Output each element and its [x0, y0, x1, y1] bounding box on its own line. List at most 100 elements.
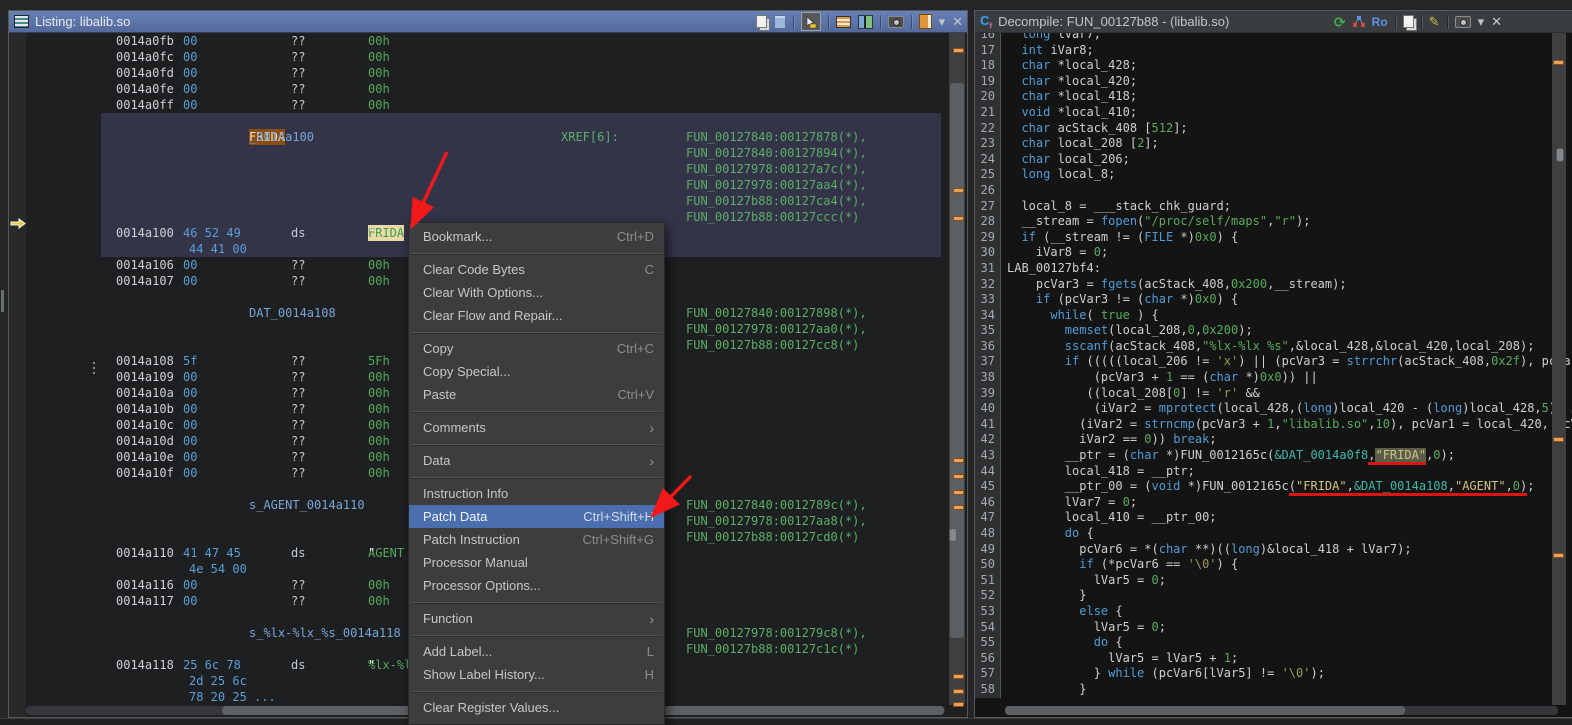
code-line[interactable]: 42 iVar2 == 0)) break;	[975, 432, 1572, 449]
code-line[interactable]: 17 int iVar8;	[975, 42, 1572, 59]
bytes: 00	[183, 402, 198, 416]
menu-item-show-label-history[interactable]: Show Label History... H	[409, 663, 664, 686]
close-icon[interactable]: ✕	[952, 15, 963, 28]
code-line[interactable]: 44 local_418 = __ptr;	[975, 463, 1572, 480]
code-line[interactable]: 16 long lVar7;	[975, 33, 1572, 43]
listing-hex-row[interactable]: 0014a0fd 00?? 00h	[26, 65, 947, 81]
menu-item-processor-manual[interactable]: Processor Manual	[409, 551, 664, 574]
snapshot-camera-icon[interactable]	[1454, 15, 1471, 28]
copy-icon[interactable]	[755, 15, 767, 28]
code-line[interactable]: 40 (iVar2 = mprotect(local_428,(long)loc…	[975, 401, 1572, 417]
menu-item-function[interactable]: Function ›	[409, 607, 664, 630]
code-line[interactable]: 52 }	[975, 588, 1572, 604]
toggle-fields-icon[interactable]	[835, 15, 851, 28]
listing-hex-row[interactable]: 0014a0ff 00?? 00h	[26, 97, 947, 113]
splitter-notch[interactable]	[1, 290, 4, 312]
code-line[interactable]: 20 char *local_418;	[975, 89, 1572, 105]
code-line[interactable]: 49 pcVar6 = *(char **)((long)&local_418 …	[975, 541, 1572, 558]
menu-item-comments[interactable]: Comments ›	[409, 416, 664, 439]
code-line[interactable]: 43 __ptr = (char *)FUN_0012165c(&DAT_001…	[975, 448, 1572, 464]
listing-xref-row[interactable]: FUN_00127978:00127aa4(*),	[26, 177, 947, 193]
listing-hex-row[interactable]: 0014a0fb 00?? 00h	[26, 33, 947, 49]
snapshot-camera-icon[interactable]	[887, 15, 904, 28]
code-line[interactable]: 21 void *local_410;	[975, 104, 1572, 121]
edit-icon[interactable]: ✎	[1429, 15, 1440, 28]
code-line[interactable]: 54 lVar5 = 0;	[975, 619, 1572, 636]
listing-blank-row[interactable]	[26, 113, 947, 129]
close-icon[interactable]: ✕	[1491, 15, 1502, 28]
code-line[interactable]: 41 (iVar2 = strncmp(pcVar3 + 1,"libalib.…	[975, 416, 1572, 433]
listing-xref-row[interactable]: FUN_00127978:00127a7c(*),	[26, 161, 947, 177]
code-line[interactable]: 29 if (__stream != (FILE *)0x0) {	[975, 229, 1572, 246]
code-line[interactable]: 32 pcVar3 = fgets(acStack_408,0x200,__st…	[975, 276, 1572, 293]
graph-icon[interactable]	[1352, 16, 1365, 27]
listing-titlebar[interactable]: Listing: libalib.so ▾ ✕	[9, 11, 967, 33]
listing-options-icon[interactable]	[918, 14, 932, 29]
drag-handle-dots-icon[interactable]	[93, 359, 96, 377]
code-line[interactable]: 56 lVar5 = lVar5 + 1;	[975, 650, 1572, 667]
code-line[interactable]: 38 (pcVar3 + 1 == (char *)0x0)) ||	[975, 370, 1572, 386]
menu-item-clear-with-options[interactable]: Clear With Options...	[409, 281, 664, 304]
menu-item-set-register-values[interactable]: Set Register Values...	[409, 719, 664, 724]
menu-item-patch-data[interactable]: Patch Data Ctrl+Shift+H	[409, 505, 664, 528]
code-line[interactable]: 18 char *local_428;	[975, 58, 1572, 74]
code-line[interactable]: 33 if (pcVar3 != (char *)0x0) {	[975, 292, 1572, 308]
code-line[interactable]: 31 LAB_00127bf4:	[975, 260, 1572, 277]
code-line[interactable]: 37 if (((((local_206 != 'x') || (pcVar3 …	[975, 354, 1572, 371]
menu-item-data[interactable]: Data ›	[409, 449, 664, 472]
code-line[interactable]: 23 char local_208 [2];	[975, 136, 1572, 152]
menu-item-add-label[interactable]: Add Label... L	[409, 640, 664, 663]
menu-item-clear-flow-and-repair[interactable]: Clear Flow and Repair...	[409, 304, 664, 327]
listing-vertical-scrollbar[interactable]	[949, 33, 965, 707]
listing-label-row[interactable]: s_FRIDA_0014a100XREF[6]:FUN_00127840:001…	[26, 129, 947, 145]
code-line[interactable]: 27 local_8 = ___stack_chk_guard;	[975, 198, 1572, 215]
code-line[interactable]: 28 __stream = fopen("/proc/self/maps","r…	[975, 214, 1572, 230]
menu-item-instruction-info[interactable]: Instruction Info	[409, 482, 664, 505]
code-line[interactable]: 45 __ptr_00 = (void *)FUN_0012165c("FRID…	[975, 479, 1572, 495]
code-line[interactable]: 35 memset(local_208,0,0x200);	[975, 323, 1572, 339]
decompiler-marker-strip[interactable]	[1552, 33, 1566, 705]
decompiler-titlebar[interactable]: Cf Decompile: FUN_00127b88 - (libalib.so…	[975, 11, 1572, 33]
code-line[interactable]: 39 ((local_208[0] != 'r' &&	[975, 385, 1572, 402]
menu-item-copy-special[interactable]: Copy Special...	[409, 360, 664, 383]
code-line[interactable]: 48 do {	[975, 526, 1572, 542]
menu-item-clear-register-values[interactable]: Clear Register Values...	[409, 696, 664, 719]
code-line[interactable]: 19 char *local_420;	[975, 73, 1572, 90]
code-line[interactable]: 57 } while (pcVar6[lVar5] != '\0');	[975, 666, 1572, 682]
code-line[interactable]: 36 sscanf(acStack_408,"%lx-%lx %s",&loca…	[975, 338, 1572, 355]
listing-hex-row[interactable]: 0014a0fe 00?? 00h	[26, 81, 947, 97]
code-line[interactable]: 24 char local_206;	[975, 151, 1572, 168]
code-line[interactable]: 46 lVar7 = 0;	[975, 494, 1572, 511]
ro-toggle[interactable]: Ro	[1372, 15, 1388, 29]
listing-hex-row[interactable]: 0014a0fc 00?? 00h	[26, 49, 947, 65]
menu-item-copy[interactable]: Copy Ctrl+C	[409, 337, 664, 360]
refresh-icon[interactable]: ⟳	[1334, 15, 1346, 29]
decompiler-horizontal-scrollbar[interactable]	[1005, 706, 1558, 715]
code-line[interactable]: 47 local_410 = __ptr_00;	[975, 510, 1572, 526]
code-line[interactable]: 53 else {	[975, 603, 1572, 620]
code-line[interactable]: 58 }	[975, 681, 1572, 698]
code-line[interactable]: 30 iVar8 = 0;	[975, 245, 1572, 261]
menu-item-paste[interactable]: Paste Ctrl+V	[409, 383, 664, 406]
dropdown-arrow-icon[interactable]: ▾	[1478, 15, 1485, 28]
menu-item-processor-options[interactable]: Processor Options...	[409, 574, 664, 597]
code-line[interactable]: 26	[975, 182, 1572, 199]
menu-item-bookmark[interactable]: Bookmark... Ctrl+D	[409, 225, 664, 248]
menu-item-clear-code-bytes[interactable]: Clear Code Bytes C	[409, 258, 664, 281]
code-line[interactable]: 22 char acStack_408 [512];	[975, 120, 1572, 137]
scrollbar-thumb[interactable]	[1005, 706, 1405, 715]
dropdown-arrow-icon[interactable]: ▾	[939, 15, 946, 28]
listing-xref-row[interactable]: FUN_00127840:00127894(*),	[26, 145, 947, 161]
code-line[interactable]: 51 lVar5 = 0;	[975, 572, 1572, 589]
listing-xref-row[interactable]: FUN_00127b88:00127ca4(*),	[26, 193, 947, 209]
code-line[interactable]: 34 while( true ) {	[975, 307, 1572, 324]
diff-view-icon[interactable]	[857, 14, 873, 29]
scrollbar-thumb[interactable]	[950, 83, 964, 638]
menu-item-patch-instruction[interactable]: Patch Instruction Ctrl+Shift+G	[409, 528, 664, 551]
code-line[interactable]: 50 if (*pcVar6 == '\0') {	[975, 557, 1572, 573]
code-line[interactable]: 25 long local_8;	[975, 167, 1572, 183]
paste-icon[interactable]	[773, 14, 786, 29]
cursor-location-icon[interactable]	[800, 12, 821, 31]
copy-icon[interactable]	[1402, 15, 1414, 28]
code-line[interactable]: 55 do {	[975, 635, 1572, 651]
